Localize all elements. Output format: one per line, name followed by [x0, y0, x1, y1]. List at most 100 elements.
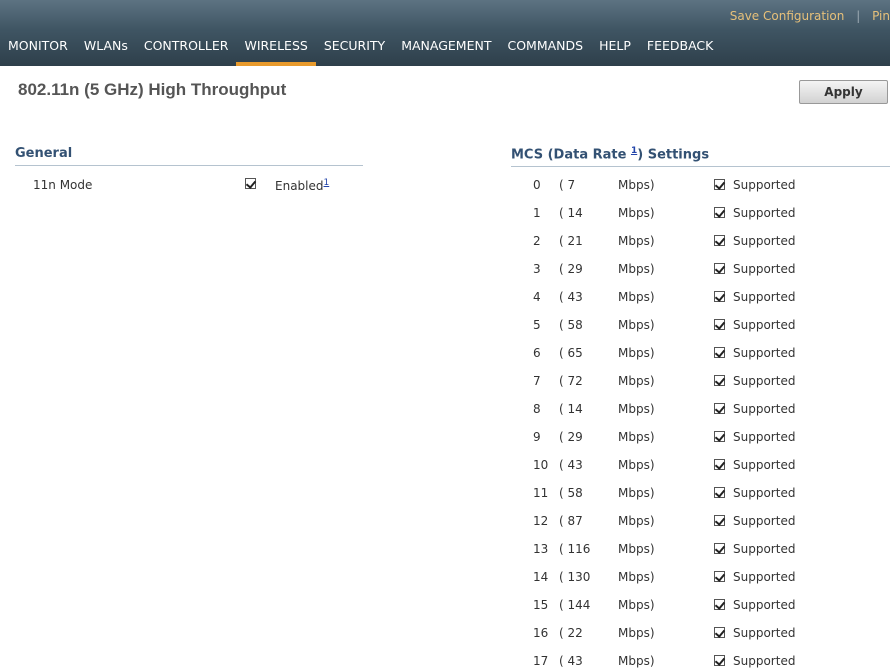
- mcs-supported-label: Supported: [733, 430, 796, 444]
- nav-monitor[interactable]: MONITOR: [0, 37, 76, 66]
- mcs-supported-label: Supported: [733, 178, 796, 192]
- mcs-rate: ( 65: [559, 346, 583, 360]
- nav-commands[interactable]: COMMANDS: [499, 37, 591, 66]
- mcs-supported-checkbox[interactable]: [714, 207, 725, 218]
- mcs-supported-label: Supported: [733, 514, 796, 528]
- nav-wlans[interactable]: WLANs: [76, 37, 136, 66]
- mcs-rate: ( 22: [559, 626, 583, 640]
- mcs-row: 5 ( 58 Mbps) Supported: [533, 318, 873, 346]
- ping-link[interactable]: Pin: [872, 9, 890, 23]
- mcs-row: 15 ( 144 Mbps) Supported: [533, 598, 873, 626]
- mcs-supported-label: Supported: [733, 206, 796, 220]
- mcs-supported-checkbox[interactable]: [714, 263, 725, 274]
- mcs-rate: ( 43: [559, 654, 583, 668]
- mcs-index: 0: [533, 178, 541, 192]
- apply-button[interactable]: Apply: [799, 80, 888, 104]
- mcs-index: 5: [533, 318, 541, 332]
- mcs-rate-unit: Mbps): [618, 318, 655, 332]
- mcs-index: 1: [533, 206, 541, 220]
- mcs-rate: ( 29: [559, 262, 583, 276]
- mcs-rate-unit: Mbps): [618, 234, 655, 248]
- mcs-row: 10 ( 43 Mbps) Supported: [533, 458, 873, 486]
- mcs-rate-unit: Mbps): [618, 570, 655, 584]
- mcs-supported-label: Supported: [733, 654, 796, 668]
- mcs-supported-checkbox[interactable]: [714, 655, 725, 666]
- mcs-title-suffix: ) Settings: [637, 147, 710, 163]
- mcs-rate-unit: Mbps): [618, 598, 655, 612]
- mcs-supported-checkbox[interactable]: [714, 431, 725, 442]
- nav-controller[interactable]: CONTROLLER: [136, 37, 237, 66]
- mcs-supported-label: Supported: [733, 318, 796, 332]
- main-nav-menu: MONITOR WLANs CONTROLLER WIRELESS SECURI…: [0, 37, 721, 66]
- mcs-rate-unit: Mbps): [618, 346, 655, 360]
- mcs-row: 4 ( 43 Mbps) Supported: [533, 290, 873, 318]
- page-title: 802.11n (5 GHz) High Throughput: [18, 80, 287, 99]
- mcs-supported-checkbox[interactable]: [714, 599, 725, 610]
- mcs-supported-checkbox[interactable]: [714, 515, 725, 526]
- top-header-bar: Save Configuration | Pin MONITOR WLANs C…: [0, 0, 890, 66]
- mcs-index: 10: [533, 458, 549, 472]
- mcs-supported-label: Supported: [733, 402, 796, 416]
- mcs-supported-label: Supported: [733, 626, 796, 640]
- mcs-supported-checkbox[interactable]: [714, 543, 725, 554]
- mcs-supported-checkbox[interactable]: [714, 571, 725, 582]
- mcs-rate: ( 144: [559, 598, 591, 612]
- mcs-supported-checkbox[interactable]: [714, 627, 725, 638]
- mcs-rate-unit: Mbps): [618, 374, 655, 388]
- mcs-row: 17 ( 43 Mbps) Supported: [533, 654, 873, 672]
- nav-management[interactable]: MANAGEMENT: [393, 37, 499, 66]
- mcs-supported-checkbox[interactable]: [714, 319, 725, 330]
- mcs-supported-label: Supported: [733, 542, 796, 556]
- mcs-supported-checkbox[interactable]: [714, 487, 725, 498]
- mcs-supported-checkbox[interactable]: [714, 291, 725, 302]
- mcs-supported-checkbox[interactable]: [714, 235, 725, 246]
- enabled-footnote-link[interactable]: 1: [324, 178, 330, 188]
- mcs-supported-label: Supported: [733, 458, 796, 472]
- mcs-supported-checkbox[interactable]: [714, 459, 725, 470]
- save-configuration-link[interactable]: Save Configuration: [730, 9, 845, 23]
- mcs-row: 3 ( 29 Mbps) Supported: [533, 262, 873, 290]
- mcs-rate: ( 72: [559, 374, 583, 388]
- mcs-index: 13: [533, 542, 549, 556]
- mcs-supported-checkbox[interactable]: [714, 375, 725, 386]
- mcs-index: 17: [533, 654, 549, 668]
- nav-help[interactable]: HELP: [591, 37, 639, 66]
- mcs-index: 6: [533, 346, 541, 360]
- top-links: Save Configuration | Pin: [730, 9, 890, 23]
- mcs-rate: ( 29: [559, 430, 583, 444]
- mcs-index: 8: [533, 402, 541, 416]
- mcs-rate-unit: Mbps): [618, 486, 655, 500]
- mcs-rate-unit: Mbps): [618, 290, 655, 304]
- mcs-supported-checkbox[interactable]: [714, 403, 725, 414]
- nav-wireless[interactable]: WIRELESS: [236, 37, 316, 66]
- mcs-supported-checkbox[interactable]: [714, 347, 725, 358]
- mcs-title-prefix: MCS (Data Rate: [511, 147, 631, 163]
- 11n-mode-enabled-checkbox[interactable]: [245, 178, 256, 189]
- mcs-rate-unit: Mbps): [618, 262, 655, 276]
- mcs-supported-label: Supported: [733, 346, 796, 360]
- nav-security[interactable]: SECURITY: [316, 37, 393, 66]
- mcs-rate: ( 130: [559, 570, 591, 584]
- mcs-row: 16 ( 22 Mbps) Supported: [533, 626, 873, 654]
- mcs-rate: ( 14: [559, 402, 583, 416]
- nav-feedback[interactable]: FEEDBACK: [639, 37, 721, 66]
- 11n-mode-label: 11n Mode: [33, 178, 93, 192]
- mcs-row: 9 ( 29 Mbps) Supported: [533, 430, 873, 458]
- enabled-label-text: Enabled: [275, 179, 324, 193]
- mcs-index: 4: [533, 290, 541, 304]
- mcs-rate-unit: Mbps): [618, 626, 655, 640]
- mcs-rate-unit: Mbps): [618, 542, 655, 556]
- mcs-row: 8 ( 14 Mbps) Supported: [533, 402, 873, 430]
- mcs-index: 2: [533, 234, 541, 248]
- mcs-supported-checkbox[interactable]: [714, 179, 725, 190]
- top-links-separator: |: [856, 9, 861, 23]
- general-section-title: General: [15, 146, 363, 166]
- enabled-label: Enabled1: [275, 178, 329, 193]
- mcs-rate-unit: Mbps): [618, 206, 655, 220]
- mcs-supported-label: Supported: [733, 374, 796, 388]
- mcs-index: 3: [533, 262, 541, 276]
- mcs-row: 12 ( 87 Mbps) Supported: [533, 514, 873, 542]
- mcs-rate: ( 14: [559, 206, 583, 220]
- mcs-index: 7: [533, 374, 541, 388]
- mcs-rate: ( 58: [559, 318, 583, 332]
